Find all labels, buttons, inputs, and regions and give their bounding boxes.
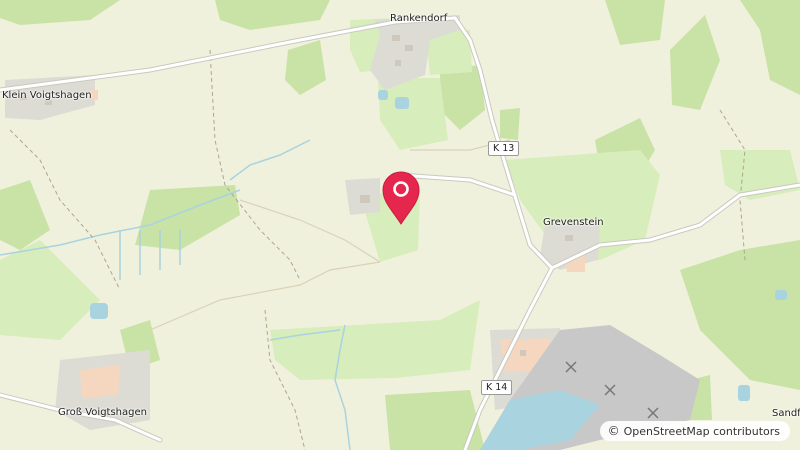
location-pin-icon[interactable] [380, 170, 422, 226]
attribution-text[interactable]: OpenStreetMap contributors [624, 425, 780, 438]
place-label-grevenstein: Grevenstein [543, 217, 604, 228]
map-canvas[interactable]: Rankendorf Klein Voigtshagen Grevenstein… [0, 0, 800, 450]
place-label-gross-voigtshagen: Groß Voigtshagen [58, 407, 147, 418]
place-label-rankendorf: Rankendorf [390, 13, 448, 24]
copyright-symbol: © [607, 424, 620, 438]
road-shield-k13: K 13 [488, 141, 520, 156]
place-label-sandf: Sandf [772, 408, 800, 419]
map-attribution[interactable]: © OpenStreetMap contributors [599, 421, 790, 441]
place-label-klein-voigtshagen: Klein Voigtshagen [2, 90, 92, 101]
road-shield-k14: K 14 [481, 380, 513, 395]
